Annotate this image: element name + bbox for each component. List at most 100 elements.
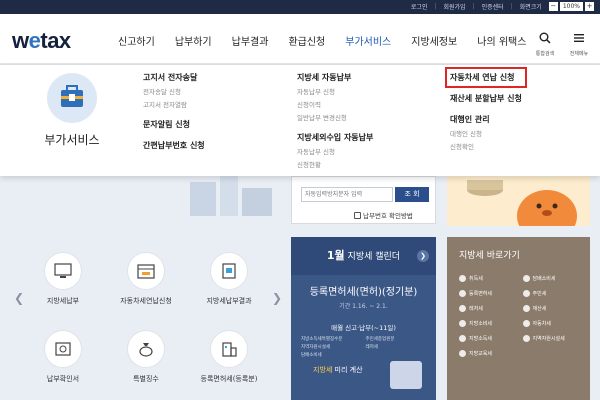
nav-pay-result[interactable]: 납부결과 [232, 33, 269, 48]
menu-group: 문자알림 신청 [143, 119, 205, 130]
nav-pay[interactable]: 납부하기 [175, 33, 212, 48]
tax-type-icon [522, 275, 530, 282]
menu-group: 지방세외수입 자동납부 자동납부 신청 신청현황 [297, 132, 373, 169]
mascot-illustration [467, 180, 577, 226]
shortcut-label: 지방세납부 [46, 297, 80, 305]
tax-link-label: 재산세 [532, 306, 547, 312]
tax-link-label: 등록면허세 [469, 291, 493, 297]
menu-group: 대행인 관리 대행인 신청 신청확인 [450, 114, 522, 151]
nav-local-tax-info[interactable]: 지방세정보 [411, 33, 457, 48]
shortcut-label: 납부확인서 [46, 375, 80, 383]
list-item: 지방소득세특별징수분 [301, 337, 343, 342]
zoom-out-button[interactable]: − [548, 2, 558, 11]
menu-group: 자동차세 연납 신청 [445, 67, 527, 88]
cert-center-link[interactable]: 인증센터 [482, 2, 504, 11]
menu-button-label: 전체메뉴 [569, 51, 589, 57]
receipt-icon [55, 342, 71, 356]
calendar-event-period: 기간 1.16. ~ 2.1. [339, 303, 388, 310]
menu-e-delivery[interactable]: 고지서 전자송달 [143, 72, 205, 83]
all-menu-button[interactable]: 전체메뉴 [564, 29, 594, 57]
submenu-agent-apply[interactable]: 대행인 신청 [450, 128, 522, 138]
tax-type-icon [459, 335, 466, 342]
menu-car-tax-annual-pay[interactable]: 자동차세 연납 신청 [445, 67, 527, 88]
submenu-apply-history[interactable]: 신청이력 [297, 99, 373, 109]
join-link[interactable]: 회원가입 [444, 2, 466, 11]
calendar-tax-list: 지방소득세특별징수분 주민세종업원분 지역자원시설세 레저세 담배소비세 [291, 332, 436, 362]
tax-link-tobacco[interactable]: 담배소비세 [522, 275, 583, 282]
tax-precalc-link[interactable]: 지방세 미리 계산 [313, 365, 363, 375]
tax-type-icon [459, 275, 466, 282]
captcha-input[interactable] [301, 187, 393, 202]
list-item: 담배소비세 [301, 353, 322, 358]
calendar-month: 1월 [326, 249, 345, 262]
wetax-logo[interactable]: wetax [12, 28, 71, 54]
shortcut-special-collection[interactable]: 특별징수 [105, 330, 187, 384]
tax-link-vehicle[interactable]: 자동차세 [522, 320, 583, 327]
tax-type-icon [522, 290, 530, 297]
tax-link-label: 지방소비세 [469, 321, 493, 327]
site-header: wetax 신고하기 납부하기 납부결과 환급신청 부가서비스 지방세정보 나의… [0, 14, 600, 64]
lookup-button[interactable]: 조 회 [395, 187, 429, 202]
submenu-auto-pay-apply[interactable]: 자동납부 신청 [297, 86, 373, 96]
tax-link-local-education[interactable]: 지방교육세 [459, 350, 519, 357]
menu-agent-management[interactable]: 대행인 관리 [450, 114, 522, 125]
tax-link-property[interactable]: 재산세 [522, 305, 583, 312]
tax-link-registration[interactable]: 등록면허세 [459, 290, 519, 297]
submenu-nontax-auto-pay-apply[interactable]: 자동납부 신청 [297, 146, 373, 156]
nav-report[interactable]: 신고하기 [118, 33, 155, 48]
submenu-e-delivery-apply[interactable]: 전자송달 신청 [143, 86, 205, 96]
logo-text-tax: tax [40, 28, 71, 53]
login-link[interactable]: 로그인 [411, 2, 428, 11]
tax-link-resident[interactable]: 주민세 [522, 290, 583, 297]
tax-link-local-consumption[interactable]: 지방소비세 [459, 320, 519, 327]
precalc-highlight: 지방세 [313, 366, 333, 374]
nav-extra-services[interactable]: 부가서비스 [345, 33, 391, 48]
briefcase-icon [61, 85, 83, 107]
utility-links: 로그인 | 회원가입 | 인증센터 | 화면크기 − 100% + [411, 2, 594, 11]
shortcut-pay-result[interactable]: 지방세납부결과 [188, 252, 270, 306]
zoom-in-button[interactable]: + [585, 2, 594, 11]
shortcut-registration-tax[interactable]: 등록면허세(등록분) [188, 330, 270, 384]
precalc-label: 미리 계산 [332, 366, 363, 374]
dropdown-category-title: 부가서비스 [44, 133, 100, 147]
help-link-label: 납부번호 확인방법 [363, 212, 413, 220]
divider: | [472, 3, 475, 10]
promo-banner[interactable] [447, 176, 590, 226]
menu-group: 고지서 전자송달 전자송달 신청 고지서 전자열람 [143, 72, 205, 109]
tax-link-leisure[interactable]: 레저세 [459, 305, 519, 312]
submenu-general-pay-change[interactable]: 일반납부 변경신청 [297, 112, 373, 122]
calendar-event-title[interactable]: 등록면허세(면허)(정기분) [291, 283, 436, 298]
menu-property-tax-installment[interactable]: 재산세 분할납부 신청 [450, 93, 522, 104]
menu-nontax-auto-pay[interactable]: 지방세외수입 자동납부 [297, 132, 373, 143]
search-button-label: 통합검색 [535, 51, 555, 57]
chevron-left-icon[interactable]: ❮ [14, 291, 24, 305]
menu-auto-pay[interactable]: 지방세 자동납부 [297, 72, 373, 83]
integrated-search-button[interactable]: 통합검색 [530, 29, 560, 57]
shortcut-payment-confirm[interactable]: 납부확인서 [22, 330, 104, 384]
shortcut-label: 특별징수 [133, 375, 159, 383]
shortcut-local-tax-pay[interactable]: 지방세납부 [22, 252, 104, 306]
shortcut-label: 등록면허세(등록분) [200, 375, 258, 383]
payment-number-help-link[interactable]: 납부번호 확인방법 [354, 210, 413, 220]
chevron-right-icon[interactable]: ❯ [272, 291, 282, 305]
tax-link-acquisition[interactable]: 취득세 [459, 275, 519, 282]
chevron-right-icon[interactable]: ❯ [417, 250, 429, 262]
dropdown-column-2: 지방세 자동납부 자동납부 신청 신청이력 일반납부 변경신청 지방세외수입 자… [297, 72, 373, 179]
submenu-e-bill-view[interactable]: 고지서 전자열람 [143, 99, 205, 109]
shortcut-icon-circle [127, 252, 165, 290]
calendar-heading: 지방세 캘린더 [347, 252, 401, 262]
menu-sms-alert[interactable]: 문자알림 신청 [143, 119, 205, 130]
tax-link-label: 취득세 [469, 276, 483, 282]
tax-link-label: 지방교육세 [469, 351, 493, 357]
tax-link-local-income[interactable]: 지방소득세 [459, 335, 519, 342]
nav-refund[interactable]: 환급신청 [288, 33, 325, 48]
dropdown-column-3: 자동차세 연납 신청 재산세 분할납부 신청 대행인 관리 대행인 신청 신청확… [445, 67, 527, 161]
nav-my-wetax[interactable]: 나의 위택스 [477, 33, 526, 48]
menu-easy-pay-number[interactable]: 간편납부번호 신청 [143, 140, 205, 151]
submenu-apply-status[interactable]: 신청현황 [297, 159, 373, 169]
tax-link-label: 주민세 [532, 291, 547, 297]
submenu-apply-confirm[interactable]: 신청확인 [450, 141, 522, 151]
tax-link-regional-resource[interactable]: 지역자원시설세 [522, 335, 583, 342]
shortcut-car-tax-annual[interactable]: 자동차세연납신청 [105, 252, 187, 306]
document-check-icon [222, 263, 236, 279]
